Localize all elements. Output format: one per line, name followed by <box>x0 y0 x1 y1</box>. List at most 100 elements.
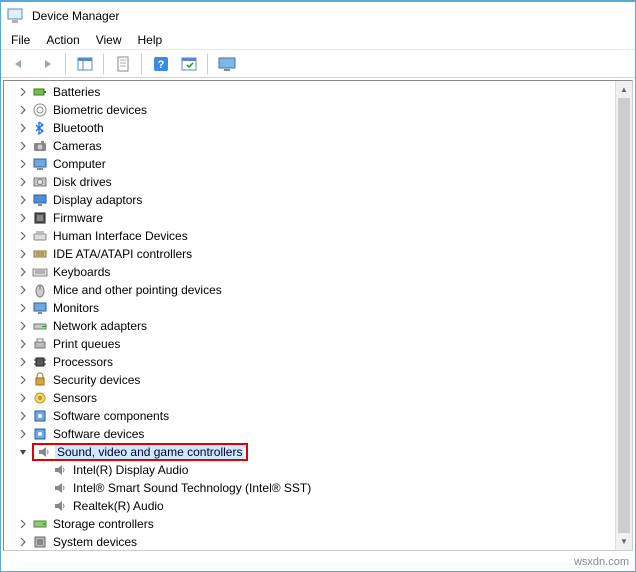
expand-icon[interactable] <box>16 103 30 117</box>
expand-icon[interactable] <box>16 175 30 189</box>
tree-item[interactable]: Biometric devices <box>10 101 632 119</box>
tree-item-label[interactable]: Realtek(R) Audio <box>71 499 166 513</box>
expand-icon[interactable] <box>16 193 30 207</box>
expand-icon[interactable] <box>16 391 30 405</box>
expand-icon[interactable] <box>16 319 30 333</box>
device-tree[interactable]: Batteries Biometric devices Bluetooth Camer… <box>3 80 633 551</box>
tree-item[interactable]: Software devices <box>10 425 632 443</box>
tree-item[interactable]: Monitors <box>10 299 632 317</box>
tree-item-label[interactable]: Security devices <box>51 373 142 387</box>
tree-item[interactable]: Realtek(R) Audio <box>10 497 632 515</box>
tree-item[interactable]: Sensors <box>10 389 632 407</box>
menu-file[interactable]: File <box>11 33 30 47</box>
titlebar[interactable]: Device Manager <box>1 2 635 30</box>
scan-button[interactable] <box>177 53 201 75</box>
tree-item-label[interactable]: Monitors <box>51 301 101 315</box>
tree-item-label[interactable]: Intel® Smart Sound Technology (Intel® SS… <box>71 481 313 495</box>
vertical-scrollbar[interactable]: ▲▼ <box>615 81 632 550</box>
tree-item-label[interactable]: Print queues <box>51 337 122 351</box>
expand-icon[interactable] <box>16 355 30 369</box>
computer-button[interactable] <box>215 53 239 75</box>
expand-icon[interactable] <box>16 247 30 261</box>
expand-icon[interactable] <box>16 373 30 387</box>
scroll-up-button[interactable]: ▲ <box>616 81 632 98</box>
tree-item-label[interactable]: Cameras <box>51 139 104 153</box>
expand-icon[interactable] <box>16 85 30 99</box>
tree-item-label[interactable]: Intel(R) Display Audio <box>71 463 190 477</box>
tree-item[interactable]: Sound, video and game controllers <box>10 443 632 461</box>
software-icon <box>32 408 48 424</box>
forward-button[interactable] <box>35 53 59 75</box>
scroll-down-button[interactable]: ▼ <box>616 533 632 550</box>
tree-item-label[interactable]: Software devices <box>51 427 146 441</box>
expand-icon[interactable] <box>16 337 30 351</box>
properties-button[interactable] <box>111 53 135 75</box>
tree-item[interactable]: Print queues <box>10 335 632 353</box>
tree-item-label[interactable]: Bluetooth <box>51 121 106 135</box>
tree-item-label[interactable]: Computer <box>51 157 108 171</box>
expand-icon[interactable] <box>16 427 30 441</box>
tree-item[interactable]: Human Interface Devices <box>10 227 632 245</box>
expand-icon[interactable] <box>16 409 30 423</box>
tree-item-label[interactable]: IDE ATA/ATAPI controllers <box>51 247 194 261</box>
tree-item-label[interactable]: Sensors <box>51 391 99 405</box>
tree-item[interactable]: Intel® Smart Sound Technology (Intel® SS… <box>10 479 632 497</box>
menubar: File Action View Help <box>1 30 635 50</box>
expand-icon[interactable] <box>16 283 30 297</box>
fingerprint-icon <box>32 102 48 118</box>
tree-item[interactable]: Intel(R) Display Audio <box>10 461 632 479</box>
help-button[interactable]: ? <box>149 53 173 75</box>
menu-view[interactable]: View <box>96 33 122 47</box>
tree-item[interactable]: Computer <box>10 155 632 173</box>
tree-item[interactable]: Network adapters <box>10 317 632 335</box>
tree-item-label[interactable]: Mice and other pointing devices <box>51 283 224 297</box>
menu-action[interactable]: Action <box>46 33 79 47</box>
expand-icon[interactable] <box>16 139 30 153</box>
tree-item-label[interactable]: Keyboards <box>51 265 112 279</box>
tree-item-label[interactable]: Firmware <box>51 211 105 225</box>
tree-item[interactable]: Disk drives <box>10 173 632 191</box>
tree-item[interactable]: Batteries <box>10 83 632 101</box>
camera-icon <box>32 138 48 154</box>
tree-item-label[interactable]: Processors <box>51 355 115 369</box>
tree-item-label[interactable]: Human Interface Devices <box>51 229 190 243</box>
show-hidden-button[interactable] <box>73 53 97 75</box>
sensor-icon <box>32 390 48 406</box>
expand-icon[interactable] <box>16 517 30 531</box>
tree-item-label[interactable]: Software components <box>51 409 171 423</box>
tree-item-label[interactable]: Batteries <box>51 85 102 99</box>
menu-help[interactable]: Help <box>138 33 163 47</box>
tree-item[interactable]: Firmware <box>10 209 632 227</box>
tree-item[interactable]: Keyboards <box>10 263 632 281</box>
tree-item[interactable]: Processors <box>10 353 632 371</box>
scroll-thumb[interactable] <box>618 98 630 533</box>
expand-icon[interactable] <box>16 229 30 243</box>
tree-item[interactable]: Display adaptors <box>10 191 632 209</box>
tree-item[interactable]: IDE ATA/ATAPI controllers <box>10 245 632 263</box>
tree-item[interactable]: Storage controllers <box>10 515 632 533</box>
tree-item-label[interactable]: Sound, video and game controllers <box>55 445 244 459</box>
back-button[interactable] <box>7 53 31 75</box>
tree-item[interactable]: Bluetooth <box>10 119 632 137</box>
display-icon <box>32 192 48 208</box>
tree-item[interactable]: Mice and other pointing devices <box>10 281 632 299</box>
tree-item[interactable]: Software components <box>10 407 632 425</box>
no-expander <box>36 499 50 513</box>
tree-item-label[interactable]: System devices <box>51 535 139 549</box>
expand-icon[interactable] <box>16 121 30 135</box>
tree-item-label[interactable]: Display adaptors <box>51 193 144 207</box>
sound-icon <box>52 498 68 514</box>
collapse-icon[interactable] <box>16 445 30 459</box>
tree-item-label[interactable]: Biometric devices <box>51 103 149 117</box>
tree-item[interactable]: Security devices <box>10 371 632 389</box>
tree-item-label[interactable]: Network adapters <box>51 319 149 333</box>
expand-icon[interactable] <box>16 211 30 225</box>
tree-item[interactable]: System devices <box>10 533 632 551</box>
expand-icon[interactable] <box>16 301 30 315</box>
tree-item[interactable]: Cameras <box>10 137 632 155</box>
expand-icon[interactable] <box>16 157 30 171</box>
expand-icon[interactable] <box>16 535 30 549</box>
tree-item-label[interactable]: Storage controllers <box>51 517 156 531</box>
tree-item-label[interactable]: Disk drives <box>51 175 114 189</box>
expand-icon[interactable] <box>16 265 30 279</box>
